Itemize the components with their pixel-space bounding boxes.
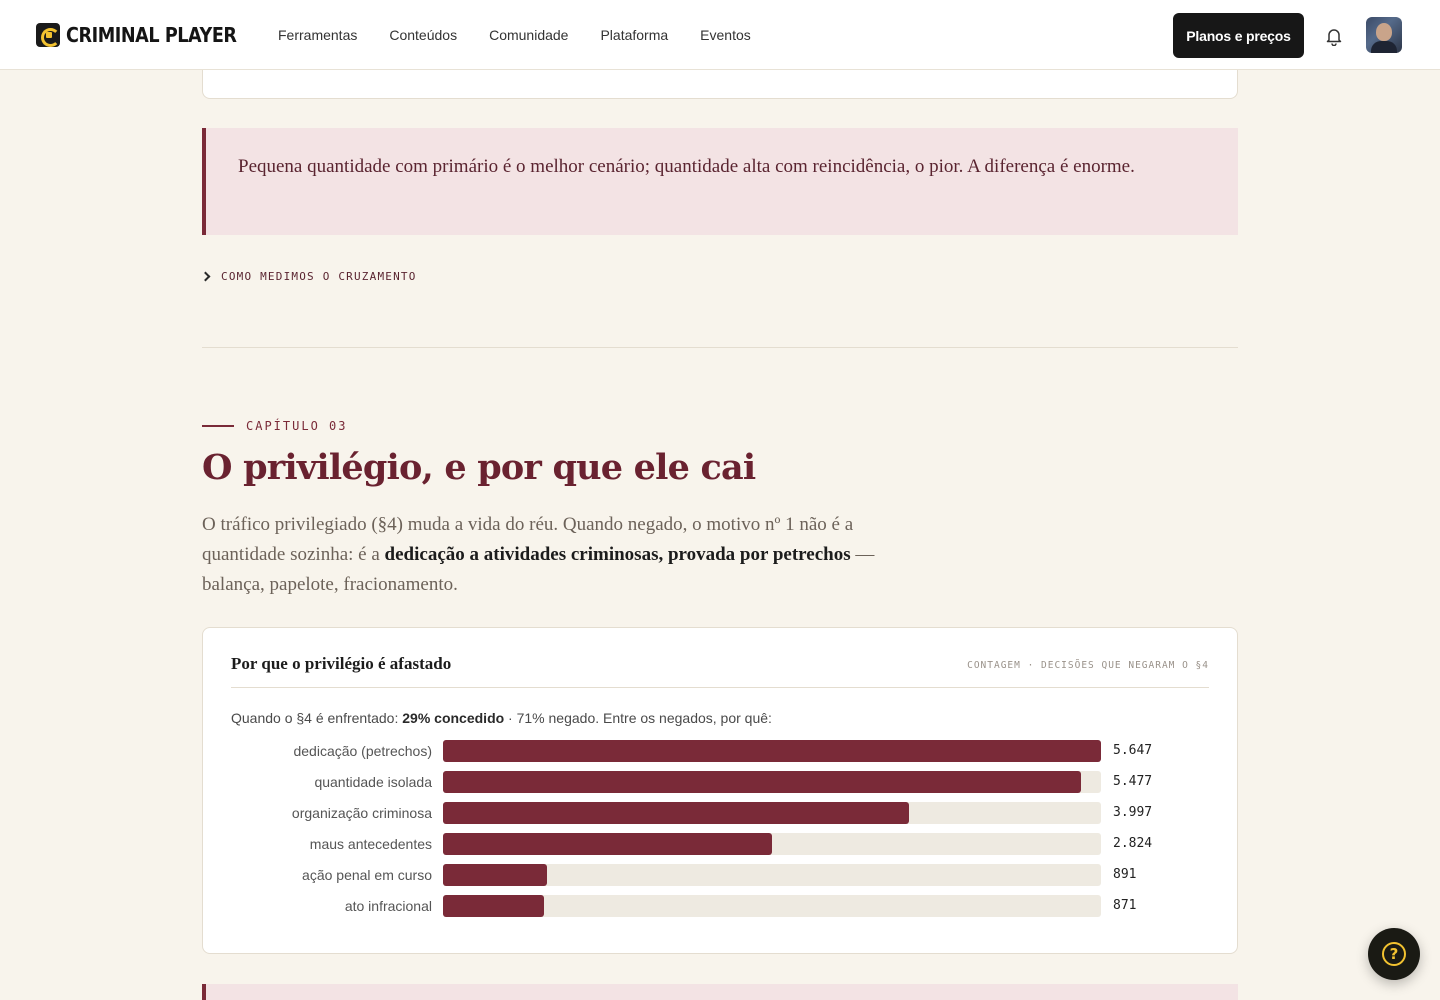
bar-value-label: 2.824 <box>1113 836 1153 851</box>
bar-value-label: 5.647 <box>1113 743 1153 758</box>
nav-item-plataforma[interactable]: Plataforma <box>584 27 684 43</box>
bar-track <box>443 740 1101 762</box>
chapter-lead: O tráfico privilegiado (§4) muda a vida … <box>202 510 932 600</box>
nav-item-ferramentas[interactable]: Ferramentas <box>262 27 373 43</box>
bar-track <box>443 771 1101 793</box>
bar-label: dedicação (petrechos) <box>293 743 432 759</box>
lead-emphasis: dedicação a atividades criminosas, prova… <box>384 544 851 565</box>
bar-label: ação penal em curso <box>302 867 432 883</box>
bell-icon[interactable] <box>1324 26 1344 46</box>
method-toggle-label: COMO MEDIMOS O CRUZAMENTO <box>221 270 417 283</box>
bar-row: organização criminosa 3.997 <box>203 802 1239 824</box>
bar-track <box>443 802 1101 824</box>
nav-item-comunidade[interactable]: Comunidade <box>473 27 584 43</box>
insight-callout: Pequena quantidade com primário é o melh… <box>202 128 1238 235</box>
chart-card: Por que o privilégio é afastado CONTAGEM… <box>202 627 1238 954</box>
bar-track <box>443 864 1101 886</box>
chapter-title: O privilégio, e por que ele cai <box>202 447 756 488</box>
plans-button[interactable]: Planos e preços <box>1173 13 1304 58</box>
logo-text: CRIMINAL PLAYER <box>66 23 237 47</box>
avatar[interactable] <box>1366 17 1402 53</box>
bar-track <box>443 895 1101 917</box>
help-button[interactable]: ? <box>1368 928 1420 980</box>
chart-meta: CONTAGEM · DECISÕES QUE NEGARAM O §4 <box>967 660 1209 671</box>
bar <box>443 771 1081 793</box>
bar <box>443 802 909 824</box>
chart-sub-text-2: · 71% negado. Entre os negados, por quê: <box>504 710 772 726</box>
bar-track <box>443 833 1101 855</box>
bar-row: ação penal em curso 891 <box>203 864 1239 886</box>
main-nav: Ferramentas Conteúdos Comunidade Platafo… <box>262 0 767 70</box>
chart-subtitle: Quando o §4 é enfrentado: 29% concedido … <box>231 710 772 726</box>
nav-item-conteudos[interactable]: Conteúdos <box>373 27 473 43</box>
section-divider <box>202 347 1238 348</box>
method-toggle[interactable]: COMO MEDIMOS O CRUZAMENTO <box>200 270 417 283</box>
next-callout <box>202 984 1238 1000</box>
chart-divider <box>231 687 1209 688</box>
bar-label: quantidade isolada <box>314 774 432 790</box>
bar <box>443 833 772 855</box>
bar-row: dedicação (petrechos) 5.647 <box>203 740 1239 762</box>
bar-label: organização criminosa <box>291 805 432 821</box>
bar-value-label: 891 <box>1113 867 1137 882</box>
bar-value-label: 5.477 <box>1113 774 1153 789</box>
nav-item-eventos[interactable]: Eventos <box>684 27 767 43</box>
chapter-line <box>202 425 234 427</box>
top-navbar: CRIMINAL PLAYER Ferramentas Conteúdos Co… <box>0 0 1440 70</box>
chapter-number: CAPÍTULO 03 <box>246 419 348 433</box>
chart-title: Por que o privilégio é afastado <box>231 654 452 673</box>
bar <box>443 895 544 917</box>
chart-sub-text-1: Quando o §4 é enfrentado: <box>231 710 403 726</box>
callout-text: Pequena quantidade com primário é o melh… <box>238 156 1135 177</box>
bar <box>443 740 1101 762</box>
bar-value-label: 3.997 <box>1113 805 1153 820</box>
logo-mark-icon <box>36 23 60 47</box>
bar-value-label: 871 <box>1113 898 1137 913</box>
logo[interactable]: CRIMINAL PLAYER <box>36 23 260 47</box>
chevron-right-icon <box>200 271 211 282</box>
bar-label: maus antecedentes <box>309 836 432 852</box>
chart-sub-emphasis: 29% concedido <box>402 710 505 726</box>
bar-row: ato infracional 871 <box>203 895 1239 917</box>
bar-row: quantidade isolada 5.477 <box>203 771 1239 793</box>
bar-row: maus antecedentes 2.824 <box>203 833 1239 855</box>
chapter-label: CAPÍTULO 03 <box>202 419 347 433</box>
help-icon: ? <box>1382 942 1406 966</box>
bar <box>443 864 547 886</box>
bar-label: ato infracional <box>344 898 432 914</box>
